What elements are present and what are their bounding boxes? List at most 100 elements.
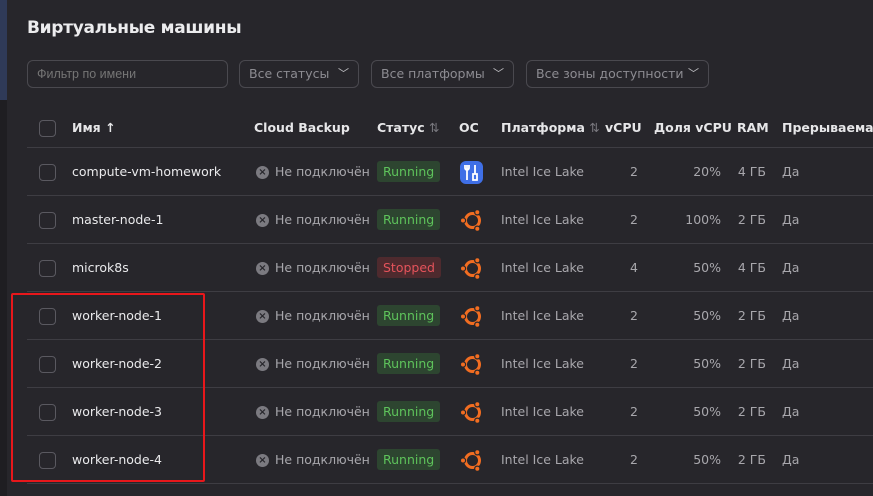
- column-status[interactable]: Статус ⇅: [377, 120, 440, 135]
- not-connected-icon: ×: [256, 406, 269, 419]
- vcpu-share: 100%: [685, 212, 721, 227]
- vcpu-share: 50%: [693, 308, 721, 323]
- status-badge: Stopped: [377, 257, 441, 278]
- column-vcpu: vCPU: [605, 120, 642, 135]
- preemptible: Да: [782, 308, 800, 323]
- backup-status: Не подключён: [275, 164, 370, 179]
- preemptible: Да: [782, 356, 800, 371]
- row-checkbox[interactable]: [39, 164, 56, 181]
- platform: Intel Ice Lake: [501, 260, 584, 275]
- vcpu: 4: [630, 260, 638, 275]
- sidebar-edge: [0, 0, 7, 100]
- column-platform-label: Платформа: [501, 120, 585, 135]
- vcpu: 2: [630, 308, 638, 323]
- vcpu-share: 20%: [693, 164, 721, 179]
- column-os: ОС: [459, 120, 479, 135]
- platform-filter-label: Все платформы: [381, 66, 485, 81]
- vcpu: 2: [630, 452, 638, 467]
- column-platform[interactable]: Платформа ⇅: [501, 120, 600, 135]
- ram: 2 ГБ: [737, 212, 766, 227]
- chevron-down-icon: ﹀: [688, 67, 699, 80]
- ubuntu-icon: [459, 400, 484, 425]
- select-all-checkbox[interactable]: [39, 120, 56, 137]
- page-title: Виртуальные машины: [27, 18, 242, 38]
- preemptible: Да: [782, 452, 800, 467]
- table-row[interactable]: master-node-1 × Не подключён Running Int…: [0, 196, 873, 244]
- column-status-label: Статус: [377, 120, 425, 135]
- preemptible: Да: [782, 404, 800, 419]
- vcpu: 2: [630, 356, 638, 371]
- not-connected-icon: ×: [256, 166, 269, 179]
- ubuntu-icon: [459, 256, 484, 281]
- vm-name[interactable]: microk8s: [72, 260, 129, 275]
- ram: 2 ГБ: [737, 452, 766, 467]
- platform: Intel Ice Lake: [501, 212, 584, 227]
- sort-icon: ⇅: [589, 120, 600, 135]
- column-ram: RAM: [737, 120, 769, 135]
- row-checkbox[interactable]: [39, 260, 56, 277]
- column-preemptible: Прерываемая: [782, 120, 873, 135]
- ram: 2 ГБ: [737, 404, 766, 419]
- zone-filter-select[interactable]: Все зоны доступности ﹀: [526, 60, 709, 88]
- vcpu: 2: [630, 164, 638, 179]
- preemptible: Да: [782, 212, 800, 227]
- sort-icon: ⇅: [429, 120, 440, 135]
- ubuntu-icon: [459, 448, 484, 473]
- status-badge: Running: [377, 305, 441, 326]
- not-connected-icon: ×: [256, 214, 269, 227]
- backup-status: Не подключён: [275, 404, 370, 419]
- vcpu: 2: [630, 212, 638, 227]
- column-name[interactable]: Имя ↑: [72, 120, 116, 135]
- backup-status: Не подключён: [275, 308, 370, 323]
- vm-name[interactable]: master-node-1: [72, 212, 163, 227]
- table-row[interactable]: microk8s × Не подключён Stopped Intel Ic…: [0, 244, 873, 292]
- vm-name[interactable]: compute-vm-homework: [72, 164, 221, 179]
- ubuntu-icon: [459, 208, 484, 233]
- chevron-down-icon: ﹀: [338, 67, 349, 80]
- column-name-label: Имя: [72, 120, 101, 135]
- column-vcpu-share: Доля vCPU: [654, 120, 732, 135]
- status-badge: Running: [377, 161, 441, 182]
- status-badge: Running: [377, 401, 441, 422]
- preemptible: Да: [782, 260, 800, 275]
- row-divider: [27, 483, 873, 484]
- highlight-box: [11, 293, 205, 482]
- ubuntu-icon: [459, 352, 484, 377]
- status-badge: Running: [377, 449, 441, 470]
- status-badge: Running: [377, 353, 441, 374]
- sort-asc-icon: ↑: [105, 120, 116, 135]
- table-row[interactable]: compute-vm-homework × Не подключён Runni…: [0, 148, 873, 196]
- ram: 2 ГБ: [737, 356, 766, 371]
- status-filter-label: Все статусы: [249, 66, 330, 81]
- not-connected-icon: ×: [256, 262, 269, 275]
- vcpu-share: 50%: [693, 452, 721, 467]
- ram: 4 ГБ: [737, 164, 766, 179]
- vcpu-share: 50%: [693, 260, 721, 275]
- platform: Intel Ice Lake: [501, 404, 584, 419]
- platform: Intel Ice Lake: [501, 356, 584, 371]
- backup-status: Не подключён: [275, 260, 370, 275]
- column-backup: Cloud Backup: [254, 120, 350, 135]
- platform-filter-select[interactable]: Все платформы ﹀: [371, 60, 514, 88]
- preemptible: Да: [782, 164, 800, 179]
- backup-status: Не подключён: [275, 356, 370, 371]
- platform: Intel Ice Lake: [501, 308, 584, 323]
- name-filter-input[interactable]: [27, 60, 228, 88]
- not-connected-icon: ×: [256, 454, 269, 467]
- vcpu-share: 50%: [693, 404, 721, 419]
- zone-filter-label: Все зоны доступности: [536, 66, 684, 81]
- backup-status: Не подключён: [275, 452, 370, 467]
- backup-status: Не подключён: [275, 212, 370, 227]
- ubuntu-icon: [459, 304, 484, 329]
- row-checkbox[interactable]: [39, 212, 56, 229]
- vcpu: 2: [630, 404, 638, 419]
- ram: 2 ГБ: [737, 308, 766, 323]
- chevron-down-icon: ﹀: [493, 67, 504, 80]
- not-connected-icon: ×: [256, 310, 269, 323]
- custom-image-icon: [459, 160, 484, 185]
- ram: 4 ГБ: [737, 260, 766, 275]
- status-filter-select[interactable]: Все статусы ﹀: [239, 60, 359, 88]
- platform: Intel Ice Lake: [501, 164, 584, 179]
- platform: Intel Ice Lake: [501, 452, 584, 467]
- status-badge: Running: [377, 209, 441, 230]
